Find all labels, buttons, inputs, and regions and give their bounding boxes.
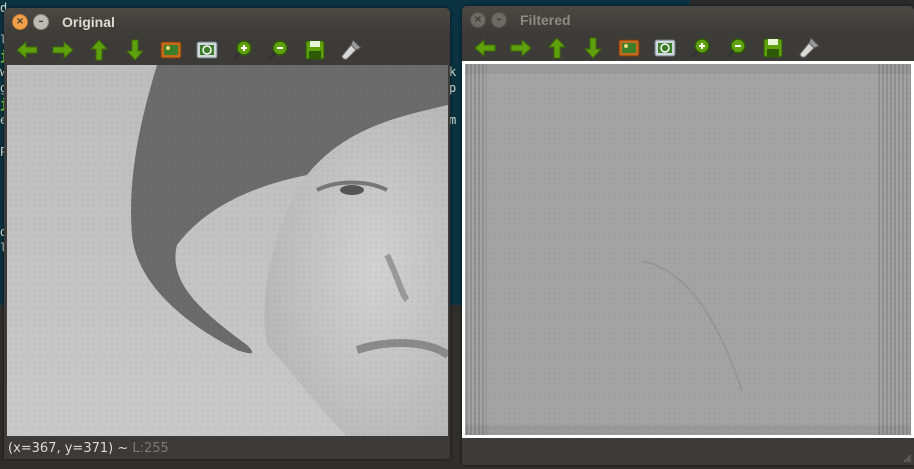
pan-up-button[interactable] — [84, 37, 114, 63]
zoom-original-button[interactable] — [614, 35, 644, 61]
close-button[interactable]: × — [470, 12, 486, 28]
zoom-in-button[interactable] — [228, 37, 258, 63]
pan-up-button[interactable] — [542, 35, 572, 61]
status-bar — [462, 445, 914, 465]
cursor-coordinates: (x=367, y=371) ~ — [8, 441, 133, 456]
arrow-right-icon — [510, 38, 532, 58]
portrait-photo[interactable] — [7, 65, 450, 436]
save-button[interactable] — [300, 37, 330, 63]
image-canvas[interactable] — [7, 65, 450, 436]
pan-right-button[interactable] — [48, 37, 78, 63]
save-image-icon — [160, 41, 182, 59]
pan-left-button[interactable] — [12, 37, 42, 63]
properties-button[interactable] — [336, 37, 366, 63]
zoom-fit-button[interactable] — [192, 37, 222, 63]
toolbar — [462, 34, 914, 62]
zoom-fit-icon — [654, 39, 676, 57]
status-bar: (x=367, y=371) ~ L:255 — [4, 439, 450, 459]
zoom-in-icon — [690, 38, 710, 58]
window-title: Original — [62, 14, 115, 30]
window-title: Filtered — [520, 12, 571, 28]
filtered-window: × – Filtered — [462, 6, 914, 465]
arrow-up-icon — [547, 37, 567, 59]
properties-brush-icon — [799, 37, 820, 58]
resize-grip-icon[interactable] — [902, 453, 912, 463]
zoom-in-button[interactable] — [686, 35, 716, 61]
pan-left-button[interactable] — [470, 35, 500, 61]
arrow-down-icon — [583, 37, 603, 59]
minimize-button[interactable]: – — [33, 14, 49, 30]
save-image-icon — [618, 39, 640, 57]
arrow-down-icon — [125, 39, 145, 61]
zoom-in-icon — [232, 40, 252, 60]
zoom-original-button[interactable] — [156, 37, 186, 63]
properties-brush-icon — [341, 39, 362, 60]
pan-right-button[interactable] — [506, 35, 536, 61]
close-button[interactable]: × — [12, 14, 28, 30]
zoom-fit-button[interactable] — [650, 35, 680, 61]
save-icon — [305, 40, 325, 60]
filtered-image[interactable] — [462, 61, 914, 438]
pan-down-button[interactable] — [578, 35, 608, 61]
save-button[interactable] — [758, 35, 788, 61]
zoom-out-button[interactable] — [264, 37, 294, 63]
toolbar — [4, 36, 450, 64]
properties-button[interactable] — [794, 35, 824, 61]
zoom-fit-icon — [196, 41, 218, 59]
pan-down-button[interactable] — [120, 37, 150, 63]
arrow-right-icon — [52, 40, 74, 60]
arrow-left-icon — [474, 38, 496, 58]
titlebar[interactable]: × – Original — [4, 8, 450, 36]
image-canvas[interactable] — [462, 61, 914, 438]
pixel-value: L:255 — [132, 441, 169, 456]
arrow-left-icon — [16, 40, 38, 60]
zoom-out-icon — [726, 38, 746, 58]
arrow-up-icon — [89, 39, 109, 61]
save-icon — [763, 38, 783, 58]
zoom-out-button[interactable] — [722, 35, 752, 61]
zoom-out-icon — [268, 40, 288, 60]
minimize-button[interactable]: – — [491, 12, 507, 28]
original-window: × – Original (x=367, y=371) ~ L:255 — [4, 8, 450, 459]
titlebar[interactable]: × – Filtered — [462, 6, 914, 34]
